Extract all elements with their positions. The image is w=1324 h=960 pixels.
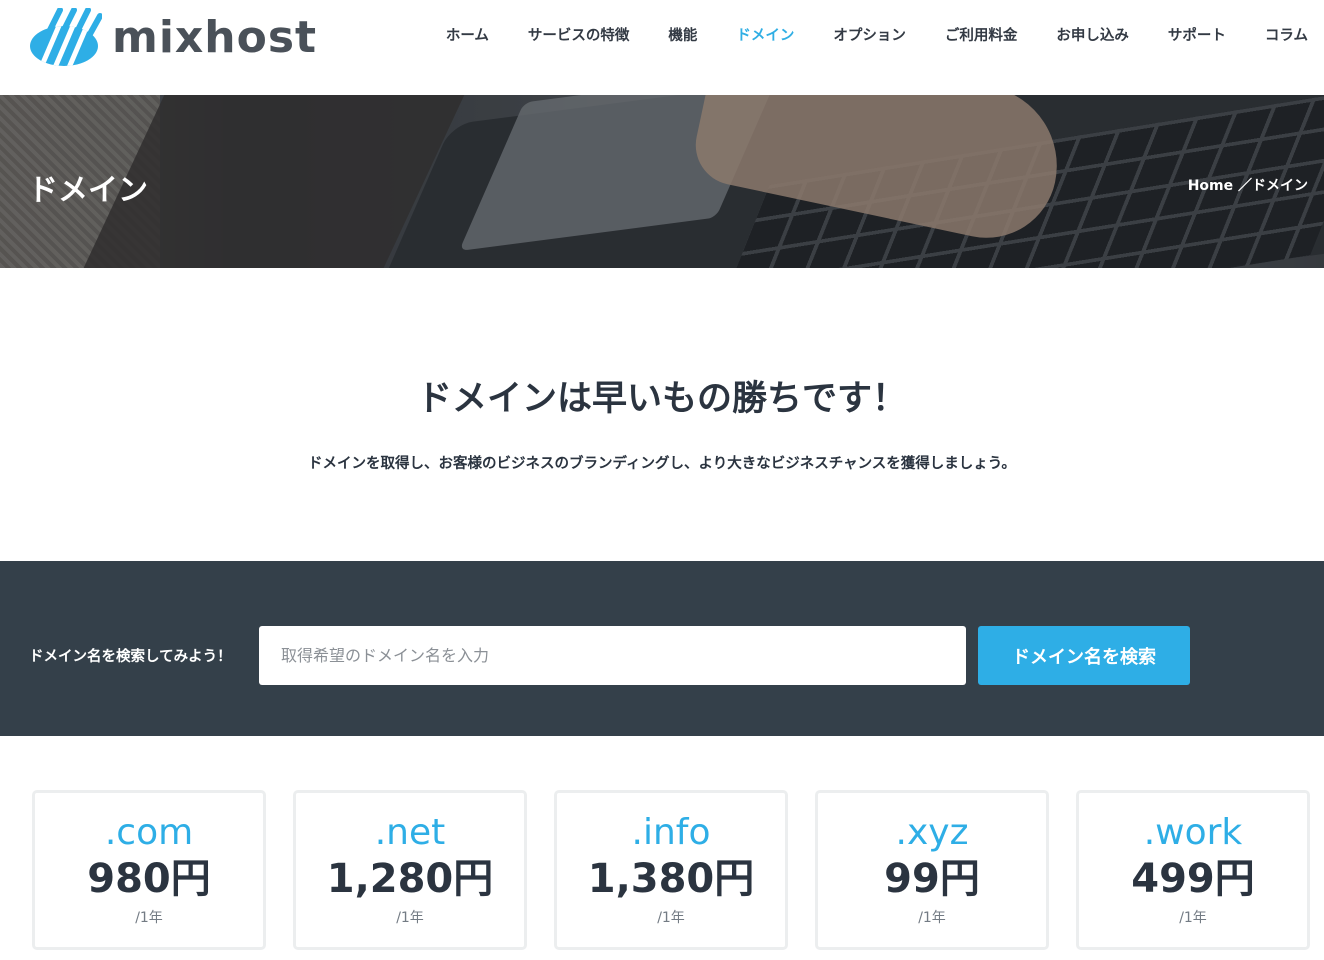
price-card-com: .com 980円 /1年 xyxy=(32,790,266,950)
nav-item-pricing[interactable]: ご利用料金 xyxy=(945,24,1018,45)
price-period: /1年 xyxy=(657,910,685,926)
site-header: mixhost ホーム サービスの特徴 機能 ドメイン オプション ご利用料金 … xyxy=(0,0,1324,95)
tld-label: .xyz xyxy=(895,812,969,853)
price-value: 99円 xyxy=(884,856,980,902)
nav-item-home[interactable]: ホーム xyxy=(446,24,489,45)
search-label: ドメイン名を検索してみよう！ xyxy=(29,649,232,665)
hero-banner: ドメイン Home ／ドメイン xyxy=(0,95,1324,268)
price-card-net: .net 1,280円 /1年 xyxy=(293,790,527,950)
logo-mark-icon xyxy=(30,8,102,66)
nav-item-support[interactable]: サポート xyxy=(1168,24,1226,45)
domain-price-list: .com 980円 /1年 .net 1,280円 /1年 .info 1,38… xyxy=(32,790,1312,950)
domain-search-section: ドメイン名を検索してみよう！ ドメイン名を検索 xyxy=(0,561,1324,736)
price-card-xyz: .xyz 99円 /1年 xyxy=(815,790,1049,950)
page-title: ドメイン xyxy=(28,173,148,208)
nav-item-features[interactable]: サービスの特徴 xyxy=(528,24,630,45)
breadcrumb: Home ／ドメイン xyxy=(1188,175,1308,195)
nav-item-domain[interactable]: ドメイン xyxy=(736,24,794,45)
price-period: /1年 xyxy=(1179,910,1207,926)
breadcrumb-current: ドメイン xyxy=(1252,178,1308,194)
tld-label: .info xyxy=(631,812,711,853)
domain-search-button[interactable]: ドメイン名を検索 xyxy=(978,626,1190,685)
domain-search-input[interactable] xyxy=(259,626,966,685)
price-period: /1年 xyxy=(396,910,424,926)
price-value: 499円 xyxy=(1131,856,1255,902)
nav-item-column[interactable]: コラム xyxy=(1265,24,1308,45)
breadcrumb-home-link[interactable]: Home xyxy=(1188,178,1233,194)
tld-label: .work xyxy=(1143,812,1243,853)
logo[interactable]: mixhost xyxy=(30,8,317,68)
price-card-info: .info 1,380円 /1年 xyxy=(554,790,788,950)
price-value: 1,280円 xyxy=(326,856,494,902)
price-period: /1年 xyxy=(135,910,163,926)
tld-label: .net xyxy=(374,812,446,853)
intro-heading: ドメインは早いもの勝ちです！ xyxy=(416,379,907,419)
price-period: /1年 xyxy=(918,910,946,926)
nav-item-signup[interactable]: お申し込み xyxy=(1056,24,1129,45)
breadcrumb-separator: ／ xyxy=(1233,178,1252,194)
price-value: 1,380円 xyxy=(587,856,755,902)
price-value: 980円 xyxy=(87,856,211,902)
logo-text: mixhost xyxy=(112,11,318,63)
nav-item-options[interactable]: オプション xyxy=(833,24,906,45)
price-card-work: .work 499円 /1年 xyxy=(1076,790,1310,950)
nav-item-functions[interactable]: 機能 xyxy=(668,24,697,45)
main-nav: ホーム サービスの特徴 機能 ドメイン オプション ご利用料金 お申し込み サポ… xyxy=(407,24,1308,45)
tld-label: .com xyxy=(104,812,194,853)
intro-text: ドメインを取得し、お客様のビジネスのブランディングし、より大きなビジネスチャンス… xyxy=(308,456,1016,472)
